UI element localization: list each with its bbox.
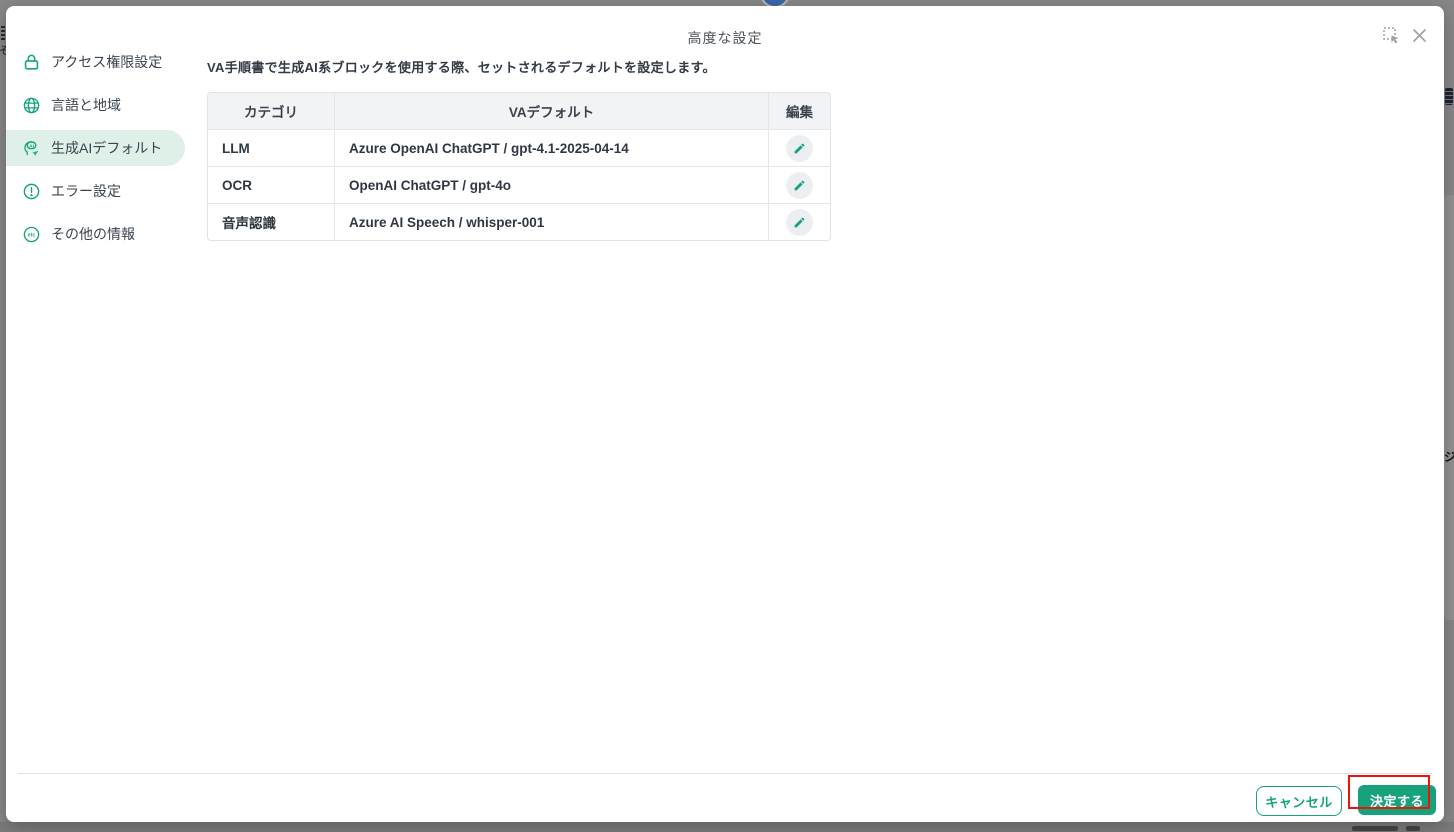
edit-llm-button[interactable] <box>786 134 813 162</box>
va-default-cell: Azure AI Speech / whisper-001 <box>335 204 769 240</box>
pencil-icon <box>793 216 806 229</box>
ai-defaults-table: カテゴリ VAデフォルト 編集 LLM Azure OpenAI ChatGPT… <box>207 92 831 241</box>
backdrop-right-strip: ジ <box>1444 0 1454 832</box>
category-cell: LLM <box>208 130 335 166</box>
sidebar-item-language-region[interactable]: 言語と地域 <box>6 87 185 123</box>
va-default-cell: Azure OpenAI ChatGPT / gpt-4.1-2025-04-1… <box>335 130 769 166</box>
backdrop-dots <box>1 26 5 40</box>
globe-icon <box>21 95 41 115</box>
column-header-va-default: VAデフォルト <box>335 93 769 129</box>
etc-icon: etc <box>21 224 41 244</box>
backdrop-smudge <box>1406 826 1420 831</box>
advanced-settings-modal: 高度な設定 アクセス権限設定 言語と地域 AI 生成AIデフォルト エラー設定 … <box>6 6 1444 822</box>
sidebar-item-label: その他の情報 <box>51 226 135 242</box>
sidebar-item-access-permissions[interactable]: アクセス権限設定 <box>6 44 185 80</box>
category-cell: OCR <box>208 167 335 203</box>
sidebar-item-label: アクセス権限設定 <box>51 54 163 70</box>
confirm-button[interactable]: 決定する <box>1358 785 1436 815</box>
pencil-icon <box>793 179 806 192</box>
svg-text:AI: AI <box>29 143 35 149</box>
backdrop-right-panel <box>1444 195 1454 620</box>
close-icon[interactable] <box>1410 26 1429 45</box>
column-header-category: カテゴリ <box>208 93 335 129</box>
sidebar-item-label: エラー設定 <box>51 183 121 199</box>
sidebar-item-generative-ai-defaults[interactable]: AI 生成AIデフォルト <box>6 130 185 166</box>
sidebar-item-label: 言語と地域 <box>51 97 121 113</box>
category-cell: 音声認識 <box>208 204 335 240</box>
sidebar-item-other-info[interactable]: etc その他の情報 <box>6 216 185 252</box>
settings-sidebar: アクセス権限設定 言語と地域 AI 生成AIデフォルト エラー設定 etc その… <box>6 44 192 259</box>
footer-divider <box>18 773 1432 774</box>
marquee-select-icon[interactable] <box>1382 26 1401 45</box>
section-description: VA手順書で生成AI系ブロックを使用する際、セットされるデフォルトを設定します。 <box>207 60 716 75</box>
table-header-row: カテゴリ VAデフォルト 編集 <box>208 93 830 129</box>
modal-title: 高度な設定 <box>687 30 763 46</box>
lock-icon <box>21 52 41 72</box>
error-icon <box>21 181 41 201</box>
table-row: OCR OpenAI ChatGPT / gpt-4o <box>208 166 830 203</box>
cancel-button[interactable]: キャンセル <box>1256 786 1342 816</box>
backdrop-grid-icon <box>1445 88 1453 105</box>
svg-text:etc: etc <box>27 232 35 238</box>
table-row: LLM Azure OpenAI ChatGPT / gpt-4.1-2025-… <box>208 129 830 166</box>
column-header-edit: 編集 <box>786 105 813 120</box>
pencil-icon <box>793 142 806 155</box>
va-default-cell: OpenAI ChatGPT / gpt-4o <box>335 167 769 203</box>
backdrop-smudge <box>1352 826 1398 831</box>
sidebar-item-error-settings[interactable]: エラー設定 <box>6 173 185 209</box>
edit-ocr-button[interactable] <box>786 171 813 199</box>
modal-header-icons <box>1382 26 1429 45</box>
table-row: 音声認識 Azure AI Speech / whisper-001 <box>208 203 830 240</box>
edit-speech-recognition-button[interactable] <box>786 208 813 236</box>
generative-ai-icon: AI <box>21 138 41 158</box>
backdrop-right-glyph: ジ <box>1444 450 1454 464</box>
backdrop-bottom-strip <box>0 822 1454 832</box>
sidebar-item-label: 生成AIデフォルト <box>51 140 163 156</box>
